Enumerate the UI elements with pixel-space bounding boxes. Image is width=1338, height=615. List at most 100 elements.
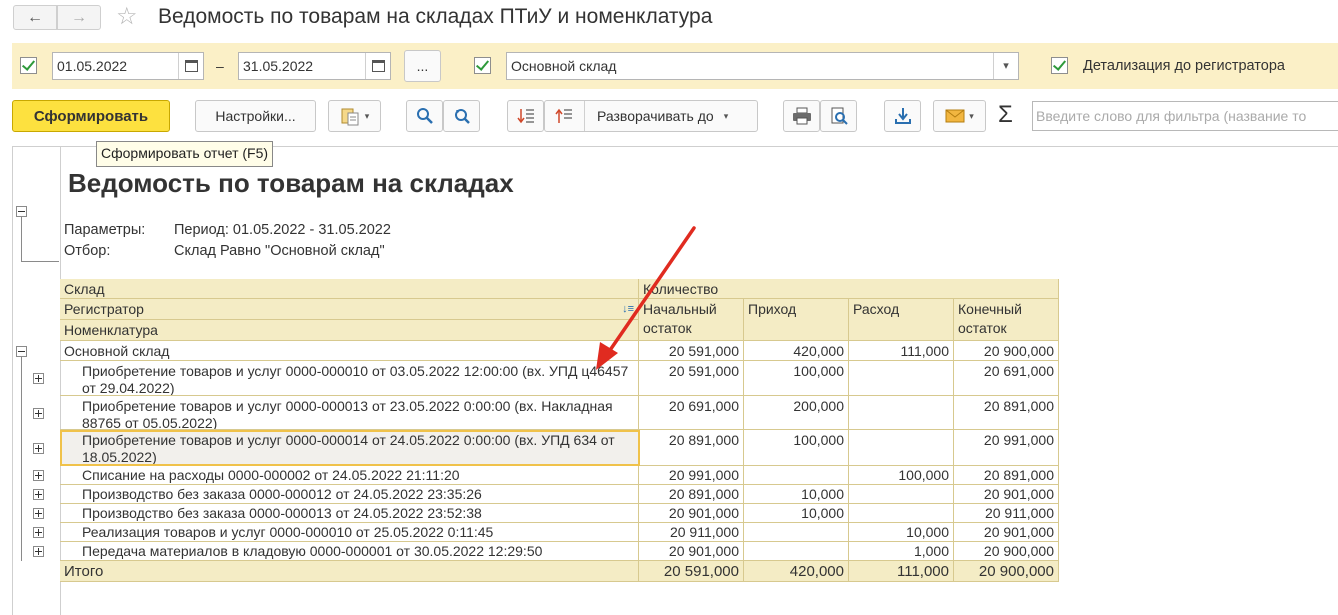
generate-button[interactable]: Сформировать — [12, 100, 170, 132]
chevron-down-icon[interactable]: ▾ — [993, 53, 1018, 79]
header-collapse-icon[interactable] — [16, 206, 27, 217]
forward-button[interactable]: → — [57, 5, 101, 30]
expand-to-label: Разворачивать до — [597, 108, 714, 124]
row-expand-icon[interactable] — [33, 408, 44, 419]
settings-button[interactable]: Настройки... — [195, 100, 316, 132]
header-nomenclature: Номенклатура — [60, 320, 639, 341]
row-expand-icon[interactable] — [33, 443, 44, 454]
search-icon — [416, 108, 433, 124]
table-row-end: 20 911,000 — [954, 504, 1059, 523]
group-collapse-icon[interactable] — [16, 346, 27, 357]
table-row-start: 20 991,000 — [639, 466, 744, 485]
table-row-income: 10,000 — [744, 504, 849, 523]
table-row-end: 20 891,000 — [954, 396, 1059, 430]
table-row-income: 200,000 — [744, 396, 849, 430]
print-button[interactable] — [783, 100, 820, 132]
table-row-registrar-selected[interactable]: Приобретение товаров и услуг 0000-000014… — [60, 430, 640, 466]
table-row-registrar[interactable]: Передача материалов в кладовую 0000-0000… — [60, 542, 639, 561]
search-next-button[interactable] — [443, 100, 480, 132]
report-variants-icon — [341, 108, 359, 126]
table-row-end: 20 901,000 — [954, 523, 1059, 542]
table-row-end: 20 900,000 — [954, 542, 1059, 561]
row-expand-icon[interactable] — [33, 546, 44, 557]
save-button[interactable] — [884, 100, 921, 132]
chevron-down-icon: ▾ — [723, 110, 729, 121]
arrow-left-icon: ← — [27, 8, 43, 26]
row-expand-icon[interactable] — [33, 373, 44, 384]
params-value: Период: 01.05.2022 - 31.05.2022 — [174, 222, 391, 238]
header-quantity: Количество — [639, 279, 1059, 299]
expand-all-button[interactable] — [507, 100, 544, 132]
collapse-menu-button[interactable]: Разворачивать до ▾ — [544, 100, 758, 132]
filter-value: Склад Равно "Основной склад" — [174, 243, 385, 259]
row-expand-icon[interactable] — [33, 489, 44, 500]
download-icon — [894, 108, 911, 124]
total-income: 420,000 — [744, 561, 849, 582]
table-row-expense: 100,000 — [849, 466, 954, 485]
period-checkbox[interactable] — [20, 57, 37, 74]
detail-label: Детализация до регистратора — [1083, 58, 1285, 74]
group-line — [21, 357, 22, 561]
calendar-icon[interactable] — [178, 53, 203, 79]
period-dash: – — [216, 58, 224, 74]
date-from-field[interactable]: 01.05.2022 — [52, 52, 204, 80]
group-line — [21, 217, 22, 261]
warehouse-select[interactable]: Основной склад ▾ — [506, 52, 1019, 80]
table-row-start: 20 901,000 — [639, 504, 744, 523]
table-row-income — [744, 542, 849, 561]
header-registrar: Регистратор ↓≡ — [60, 299, 639, 320]
table-row-expense: 1,000 — [849, 542, 954, 561]
header-expense: Расход — [849, 299, 954, 341]
generate-tooltip: Сформировать отчет (F5) — [96, 141, 274, 167]
table-row-registrar[interactable]: Реализация товаров и услуг 0000-000010 о… — [60, 523, 639, 542]
sum-icon[interactable]: Σ — [998, 101, 1013, 129]
period-select-button[interactable]: ... — [404, 50, 441, 82]
expand-all-icon — [516, 109, 534, 124]
table-row-start: 20 901,000 — [639, 542, 744, 561]
print-preview-button[interactable] — [820, 100, 857, 132]
group-line — [21, 261, 59, 262]
warehouse-value: Основной склад — [511, 58, 617, 74]
table-row-expense — [849, 361, 954, 396]
total-expense: 111,000 — [849, 561, 954, 582]
printer-icon — [792, 107, 811, 125]
header-income: Приход — [744, 299, 849, 341]
table-row-start: 20 911,000 — [639, 523, 744, 542]
table-row-registrar[interactable]: Приобретение товаров и услуг 0000-000013… — [60, 396, 639, 430]
table-row-expense — [849, 504, 954, 523]
window-title: Ведомость по товарам на складах ПТиУ и н… — [158, 5, 713, 28]
row-expand-icon[interactable] — [33, 470, 44, 481]
detail-checkbox[interactable] — [1051, 57, 1068, 74]
row-expand-icon[interactable] — [33, 527, 44, 538]
table-row-income: 100,000 — [744, 430, 849, 466]
table-row-registrar[interactable]: Производство без заказа 0000-000013 от 2… — [60, 504, 639, 523]
group-row-expense: 111,000 — [849, 341, 954, 361]
favorite-star-icon[interactable]: ☆ — [116, 4, 138, 30]
row-expand-icon[interactable] — [33, 508, 44, 519]
date-to-field[interactable]: 31.05.2022 — [238, 52, 391, 80]
search-repeat-icon — [454, 109, 470, 124]
table-row-registrar[interactable]: Приобретение товаров и услуг 0000-000010… — [60, 361, 639, 396]
filter-label: Отбор: — [64, 243, 111, 259]
filter-search-input[interactable]: Введите слово для фильтра (название то — [1032, 101, 1338, 131]
table-row-registrar[interactable]: Производство без заказа 0000-000012 от 2… — [60, 485, 639, 504]
report-title: Ведомость по товарам на складах — [68, 168, 514, 198]
table-row-registrar[interactable]: Списание на расходы 0000-000002 от 24.05… — [60, 466, 639, 485]
search-button[interactable] — [406, 100, 443, 132]
date-from-value: 01.05.2022 — [57, 58, 128, 74]
total-end: 20 900,000 — [954, 561, 1059, 582]
calendar-icon[interactable] — [365, 53, 390, 79]
report-left-border — [12, 146, 13, 615]
send-email-button[interactable]: ▾ — [933, 100, 986, 132]
table-row-expense: 10,000 — [849, 523, 954, 542]
back-button[interactable]: ← — [13, 5, 57, 30]
table-row-expense — [849, 430, 954, 466]
date-to-value: 31.05.2022 — [243, 58, 314, 74]
table-row-income: 10,000 — [744, 485, 849, 504]
arrow-right-icon: → — [71, 8, 87, 26]
report-variants-button[interactable]: ▾ — [328, 100, 381, 132]
warehouse-checkbox[interactable] — [474, 57, 491, 74]
table-row-end: 20 901,000 — [954, 485, 1059, 504]
table-row-start: 20 891,000 — [639, 485, 744, 504]
header-end-balance: Конечный остаток — [954, 299, 1059, 341]
